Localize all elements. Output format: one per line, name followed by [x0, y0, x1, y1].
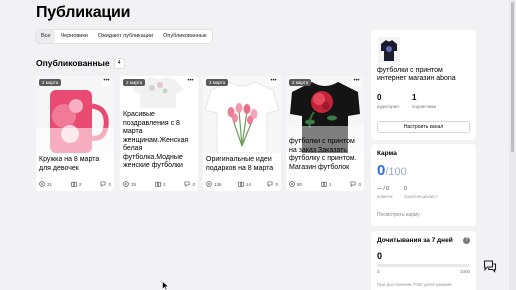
views-count: 80	[297, 181, 303, 187]
book-icon	[238, 181, 244, 187]
karma-new-label: новичок	[377, 194, 393, 199]
card-stats: 136 14 0	[206, 180, 278, 188]
eye-icon	[39, 181, 45, 187]
karma-new-value: — / 0	[377, 186, 389, 192]
audience-label: аудитория	[377, 104, 399, 109]
reach-min: 0	[377, 269, 380, 274]
karma-value: 0/100	[377, 162, 407, 179]
views-stat: 136	[206, 181, 222, 187]
reads-count: 1	[328, 181, 332, 187]
setup-channel-button[interactable]: Настроить канал	[377, 121, 470, 133]
comments-stat: 0	[100, 181, 111, 187]
channel-avatar[interactable]	[378, 37, 400, 63]
reach-title: Дочитывания за 7 дней	[377, 237, 453, 244]
karma-expert-value: 0	[404, 186, 407, 192]
more-menu-button[interactable]: •••	[352, 78, 361, 86]
views-stat: 80	[289, 181, 302, 187]
eye-icon	[289, 181, 295, 187]
views-count: 35	[131, 181, 137, 187]
mouse-cursor-icon	[162, 281, 169, 290]
comments-count: 0	[108, 181, 111, 187]
publication-card[interactable]: 2 марта ••• Кружка на 8 марта для девоче…	[36, 76, 114, 191]
subscribers-count: 1	[412, 93, 417, 102]
reach-value: 0	[377, 251, 383, 261]
reads-7-days-card: Дочитывания за 7 дней ? 0 0 1000 При дос…	[371, 231, 476, 290]
reads-count: 14	[245, 181, 251, 187]
page-title: Публикации	[36, 4, 131, 21]
comment-icon	[351, 181, 356, 187]
reads-stat: 1	[321, 181, 332, 187]
card-thumbnail-tulips	[203, 76, 281, 153]
section-title: Опубликованные	[36, 58, 110, 68]
comment-icon	[268, 181, 273, 187]
comment-icon	[185, 181, 190, 187]
book-icon	[71, 181, 77, 187]
more-menu-button[interactable]: •••	[269, 78, 278, 86]
comments-stat: 0	[267, 181, 278, 187]
subscribers-label: подписчики	[412, 104, 436, 109]
comments-stat: 0	[350, 181, 361, 187]
karma-card: Карма 0/100 — / 0 новичок 0 Зона/специал…	[371, 144, 476, 226]
tab-scheduled[interactable]: Ожидают публикации	[93, 30, 158, 43]
publication-tabs: Все Черновики Ожидают публикации Опублик…	[36, 30, 212, 43]
card-thumbnail-mug	[36, 76, 114, 153]
comments-stat: 0	[184, 181, 195, 187]
tab-published[interactable]: Опубликованные	[158, 30, 212, 43]
card-title[interactable]: Оригинальные идеи подарков на 8 марта	[206, 156, 278, 173]
publication-card[interactable]: 2 марта ••• футболки с принтом на заказ.…	[286, 76, 364, 191]
karma-title: Карма	[377, 150, 397, 157]
comments-count: 0	[192, 181, 195, 187]
views-stat: 31	[39, 181, 52, 187]
karma-max: /100	[385, 166, 407, 178]
views-count: 136	[214, 181, 222, 187]
views-stat: 35	[123, 181, 136, 187]
book-icon	[321, 181, 327, 187]
chat-icon[interactable]	[483, 259, 497, 273]
reach-note: При достижении 7000 дочитываний	[377, 282, 452, 287]
channel-name[interactable]: футболки с принтом интернет магазин abon…	[377, 67, 474, 83]
comments-count: 0	[275, 181, 278, 187]
comments-count: 0	[358, 181, 361, 187]
help-icon[interactable]: ?	[463, 237, 470, 244]
date-badge: 2 марта	[206, 79, 229, 86]
tab-all[interactable]: Все	[36, 30, 56, 43]
card-title[interactable]: футболки с принтом на заказ.Заказать фут…	[289, 138, 361, 172]
reads-stat: 2	[71, 181, 82, 187]
audience-count: 0	[377, 93, 382, 102]
publication-card[interactable]: 2 марта ••• Оригинальные идеи подарков н…	[203, 76, 281, 191]
views-count: 31	[47, 181, 53, 187]
date-badge: 2 марта	[39, 79, 62, 86]
section-count-badge: 4	[114, 58, 124, 68]
card-title[interactable]: Красивые поздравления с 8 марта женщинам…	[123, 111, 195, 171]
eye-icon	[123, 181, 129, 187]
reads-stat: 14	[238, 181, 251, 187]
more-menu-button[interactable]: •••	[186, 78, 195, 86]
card-stats: 35 2 0	[123, 180, 195, 188]
eye-icon	[206, 181, 212, 187]
reads-count: 2	[78, 181, 82, 187]
card-stats: 31 2 0	[39, 180, 111, 188]
scrollbar-thumb[interactable]	[511, 2, 514, 152]
tab-drafts[interactable]: Черновики	[55, 30, 92, 43]
reach-max: 1000	[459, 269, 470, 274]
book-icon	[155, 181, 161, 187]
card-title[interactable]: Кружка на 8 марта для девочек	[39, 156, 111, 173]
card-stats: 80 1 0	[289, 180, 361, 188]
date-badge: 2 марта	[289, 79, 312, 86]
date-badge: 2 марта	[123, 79, 146, 86]
reads-count: 2	[162, 181, 166, 187]
more-menu-button[interactable]: •••	[102, 78, 111, 86]
comment-icon	[101, 181, 106, 187]
reach-progress-bar	[377, 264, 470, 267]
reads-stat: 2	[155, 181, 166, 187]
section-header: Опубликованные 4	[36, 58, 124, 68]
karma-expert-label: Зона/специалист	[404, 194, 438, 199]
publication-card[interactable]: 2 марта ••• Красивые поздравления с 8 ма…	[120, 76, 198, 191]
view-karma-link[interactable]: Посмотреть карму	[377, 212, 420, 218]
